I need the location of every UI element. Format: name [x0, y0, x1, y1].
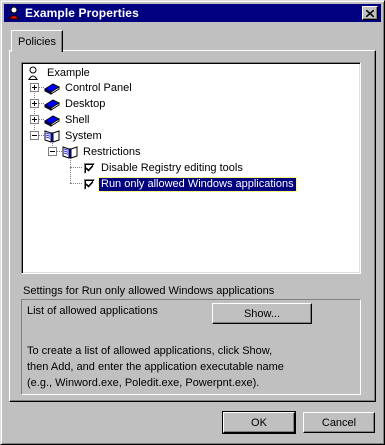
settings-description: To create a list of allowed applications… [27, 343, 284, 391]
user-icon [28, 66, 38, 80]
window-title: Example Properties [25, 6, 139, 20]
ok-button[interactable]: OK [222, 411, 296, 434]
tree-line [70, 157, 72, 183]
expand-desktop[interactable] [30, 99, 39, 108]
tree-label: Restrictions [83, 145, 141, 158]
description-line: To create a list of allowed applications… [27, 345, 273, 357]
expand-shell[interactable] [30, 115, 39, 124]
description-line: (e.g., Winword.exe, Poledit.exe, Powerpn… [27, 377, 260, 389]
tree-label-selected: Run only allowed Windows applications [98, 176, 297, 192]
description-line: then Add, and enter the application exec… [27, 361, 284, 373]
settings-heading: Settings for Run only allowed Windows ap… [23, 285, 275, 297]
tree-line [70, 183, 82, 185]
tree-item-control-panel[interactable]: Control Panel [44, 80, 134, 96]
close-button[interactable] [362, 6, 378, 20]
policy-run-only-allowed[interactable]: Run only allowed Windows applications [84, 176, 297, 192]
tree-label: Control Panel [65, 81, 132, 94]
checkmark-icon [86, 164, 93, 172]
tree-label: Disable Registry editing tools [101, 161, 243, 174]
book-icon [44, 115, 60, 127]
book-icon [44, 99, 60, 111]
tree-item-desktop[interactable]: Desktop [44, 96, 107, 112]
tab-policies[interactable]: Policies [11, 30, 63, 52]
tree-item-system[interactable]: System [44, 128, 104, 144]
user-icon [8, 6, 20, 20]
tree-root-example[interactable]: Example [26, 65, 92, 81]
policy-tree[interactable]: Example Control Panel Desktop Shell Syst… [21, 62, 361, 274]
tree-label: Example [47, 66, 90, 79]
tree-line [70, 167, 82, 169]
cancel-button[interactable]: Cancel [303, 412, 375, 433]
title-bar[interactable]: Example Properties [4, 4, 381, 22]
properties-dialog: Example Properties Policies Example Cont… [0, 0, 385, 445]
tree-item-shell[interactable]: Shell [44, 112, 91, 128]
tab-label: Policies [18, 35, 56, 48]
policy-checkbox[interactable] [84, 162, 95, 174]
list-label: List of allowed applications [27, 305, 158, 317]
policy-disable-registry[interactable]: Disable Registry editing tools [84, 160, 245, 176]
tree-item-restrictions[interactable]: Restrictions [62, 144, 142, 160]
close-icon [366, 9, 374, 17]
tree-label: Shell [65, 113, 90, 126]
tree-label: System [65, 129, 102, 142]
show-button[interactable]: Show... [212, 303, 312, 324]
tree-label: Desktop [65, 97, 106, 110]
collapse-system[interactable] [30, 131, 39, 140]
checkmark-icon [86, 180, 93, 188]
book-icon [44, 83, 60, 95]
collapse-restrictions[interactable] [48, 147, 57, 156]
open-book-icon [62, 146, 78, 159]
policy-checkbox[interactable] [84, 178, 95, 190]
expand-control-panel[interactable] [30, 83, 39, 92]
open-book-icon [44, 130, 60, 143]
